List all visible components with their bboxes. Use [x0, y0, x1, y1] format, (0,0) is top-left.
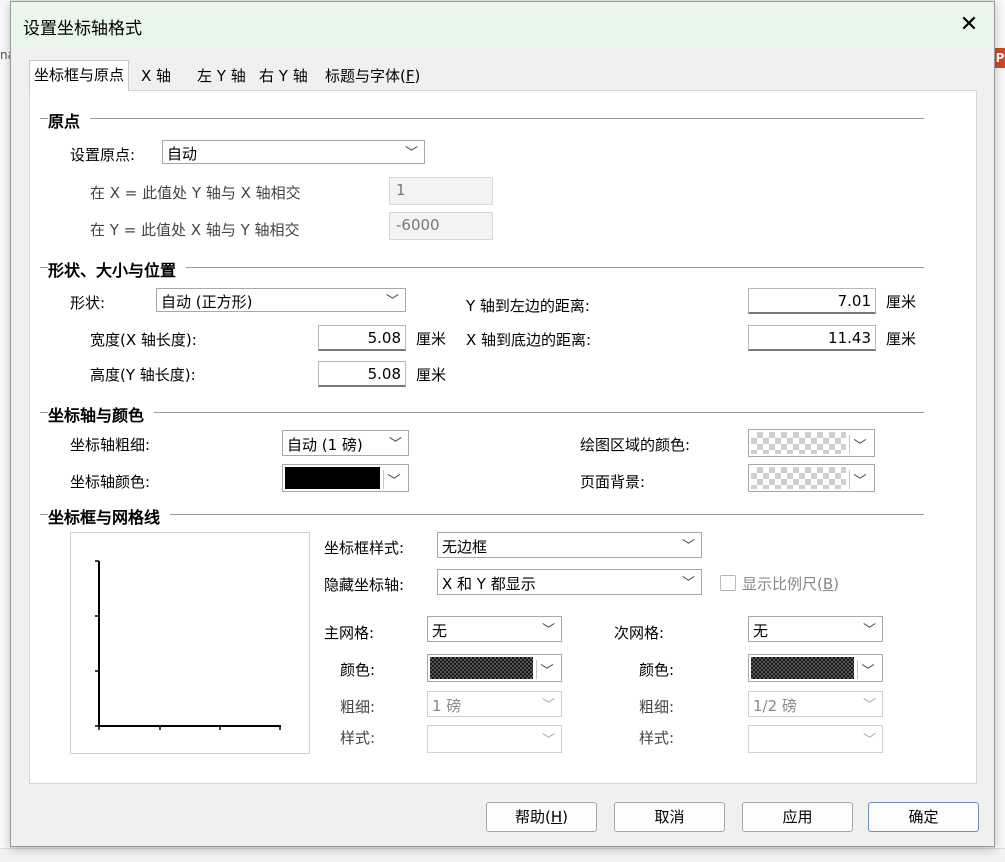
chevron-down-icon: ﹀ [385, 294, 399, 309]
y-axis-left-distance-input[interactable]: 7.01 [748, 288, 876, 314]
show-scale-checkbox[interactable] [720, 575, 736, 591]
chevron-down-icon: ﹀ [388, 437, 402, 452]
chevron-down-icon: ﹀ [681, 576, 695, 591]
minor-grid-color-picker[interactable]: ﹀ [748, 654, 883, 682]
height-label: 高度(Y 轴长度): [90, 366, 196, 384]
tab-titles-fonts[interactable]: 标题与字体(F) [321, 62, 424, 90]
plot-area-color-swatch [751, 432, 846, 454]
chevron-down-icon: ﹀ [849, 470, 870, 489]
chevron-down-icon: ﹀ [849, 435, 870, 454]
tab-right-y-axis[interactable]: 右 Y 轴 [255, 62, 312, 90]
width-label: 宽度(X 轴长度): [90, 331, 197, 349]
show-scale-label: 显示比例尺(B) [742, 575, 840, 593]
x-axis-bottom-distance-input[interactable]: 11.43 [748, 325, 876, 351]
chevron-down-icon: ﹀ [862, 698, 876, 713]
major-grid-color-picker[interactable]: ﹀ [427, 654, 562, 682]
axis-thickness-dropdown[interactable]: 自动 (1 磅) ﹀ [282, 430, 409, 456]
origin-section-title: 原点 [48, 108, 91, 132]
ok-button[interactable]: 确定 [868, 802, 979, 832]
frame-style-dropdown[interactable]: 无边框 ﹀ [437, 532, 702, 558]
chevron-down-icon: ﹀ [541, 698, 555, 713]
y-intercept-label: 在 Y = 此值处 X 轴与 Y 轴相交 [90, 221, 300, 239]
tab-panel: 原点 设置原点: 自动 ﹀ 在 X = 此值处 Y 轴与 X 轴相交 1 在 Y… [29, 90, 977, 784]
axis-color-label: 坐标轴颜色: [70, 473, 151, 491]
major-grid-weight-dropdown[interactable]: 1 磅 ﹀ [427, 691, 562, 717]
axis-color-picker[interactable]: ﹀ [282, 464, 409, 492]
major-grid-color-label: 颜色: [340, 661, 376, 679]
frame-style-label: 坐标框样式: [324, 539, 405, 557]
plot-area-color-label: 绘图区域的颜色: [580, 436, 691, 454]
chevron-down-icon: ﹀ [541, 733, 555, 748]
y-intercept-input[interactable]: -6000 [389, 212, 493, 240]
major-grid-weight-label: 粗细: [340, 698, 376, 716]
x-intercept-input[interactable]: 1 [389, 177, 493, 205]
minor-grid-dropdown[interactable]: 无 ﹀ [748, 616, 883, 642]
hide-axes-label: 隐藏坐标轴: [324, 576, 405, 594]
format-axes-dialog: 设置坐标轴格式 ✕ 坐标框与原点 X 轴 左 Y 轴 右 Y 轴 标题与字体(F… [10, 1, 995, 847]
minor-grid-pattern-label: 样式: [639, 729, 675, 747]
help-button[interactable]: 帮助(H) [486, 802, 597, 832]
set-origin-label: 设置原点: [70, 146, 136, 164]
chevron-down-icon: ﹀ [862, 733, 876, 748]
major-grid-pattern-label: 样式: [340, 729, 376, 747]
chevron-down-icon: ﹀ [383, 470, 404, 489]
tab-frame-origin[interactable]: 坐标框与原点 [29, 60, 130, 91]
axis-thickness-label: 坐标轴粗细: [70, 436, 151, 454]
minor-grid-color-label: 颜色: [639, 661, 675, 679]
page-background-color-picker[interactable]: ﹀ [748, 464, 875, 492]
width-unit: 厘米 [416, 330, 447, 348]
background-window-bottom [0, 848, 1005, 862]
major-grid-pattern-dropdown[interactable]: ﹀ [427, 725, 562, 753]
title-bar: 设置坐标轴格式 ✕ [11, 2, 994, 48]
minor-grid-weight-dropdown[interactable]: 1/2 磅 ﹀ [748, 691, 883, 717]
close-icon[interactable]: ✕ [954, 10, 984, 40]
shape-section-title: 形状、大小与位置 [48, 257, 187, 281]
chevron-down-icon: ﹀ [541, 623, 555, 638]
shape-dropdown[interactable]: 自动 (正方形) ﹀ [156, 288, 406, 312]
axis-color-section-title: 坐标轴与颜色 [48, 402, 155, 426]
height-input[interactable]: 5.08 [318, 361, 406, 387]
axis-color-swatch [285, 467, 380, 489]
minor-grid-pattern-dropdown[interactable]: ﹀ [748, 725, 883, 753]
page-background-swatch [751, 467, 846, 489]
section-divider [40, 412, 924, 413]
chevron-down-icon: ﹀ [536, 660, 557, 679]
chevron-down-icon: ﹀ [404, 146, 418, 161]
major-grid-color-swatch [430, 657, 533, 679]
frame-grid-section-title: 坐标框与网格线 [48, 504, 171, 528]
x-axis-bottom-distance-label: X 轴到底边的距离: [466, 331, 592, 349]
chevron-down-icon: ﹀ [857, 660, 878, 679]
y-axis-left-distance-unit: 厘米 [886, 293, 917, 311]
section-divider [40, 118, 924, 119]
height-unit: 厘米 [416, 366, 447, 384]
y-axis-left-distance-label: Y 轴到左边的距离: [466, 297, 590, 315]
tab-left-y-axis[interactable]: 左 Y 轴 [193, 62, 250, 90]
background-window-right: P [994, 0, 1005, 861]
minor-grid-label: 次网格: [614, 624, 665, 642]
set-origin-dropdown[interactable]: 自动 ﹀ [162, 140, 425, 164]
hide-axes-dropdown[interactable]: X 和 Y 都显示 ﹀ [437, 569, 702, 595]
section-divider [40, 514, 924, 515]
major-grid-label: 主网格: [324, 624, 375, 642]
major-grid-dropdown[interactable]: 无 ﹀ [427, 616, 562, 642]
dialog-title: 设置坐标轴格式 [23, 19, 142, 39]
cancel-button[interactable]: 取消 [614, 802, 725, 832]
tab-x-axis[interactable]: X 轴 [137, 62, 175, 90]
chevron-down-icon: ﹀ [862, 623, 876, 638]
minor-grid-weight-label: 粗细: [639, 698, 675, 716]
x-axis-bottom-distance-unit: 厘米 [886, 330, 917, 348]
width-input[interactable]: 5.08 [318, 325, 406, 351]
chevron-down-icon: ﹀ [681, 539, 695, 554]
page-background-label: 页面背景: [580, 473, 646, 491]
axes-preview [70, 532, 310, 754]
shape-label: 形状: [70, 294, 106, 312]
x-intercept-label: 在 X = 此值处 Y 轴与 X 轴相交 [90, 184, 301, 202]
plot-area-color-picker[interactable]: ﹀ [748, 429, 875, 457]
minor-grid-color-swatch [751, 657, 854, 679]
powerpoint-icon: P [995, 48, 1005, 68]
apply-button[interactable]: 应用 [742, 802, 853, 832]
axes-preview-graphic [95, 560, 281, 730]
